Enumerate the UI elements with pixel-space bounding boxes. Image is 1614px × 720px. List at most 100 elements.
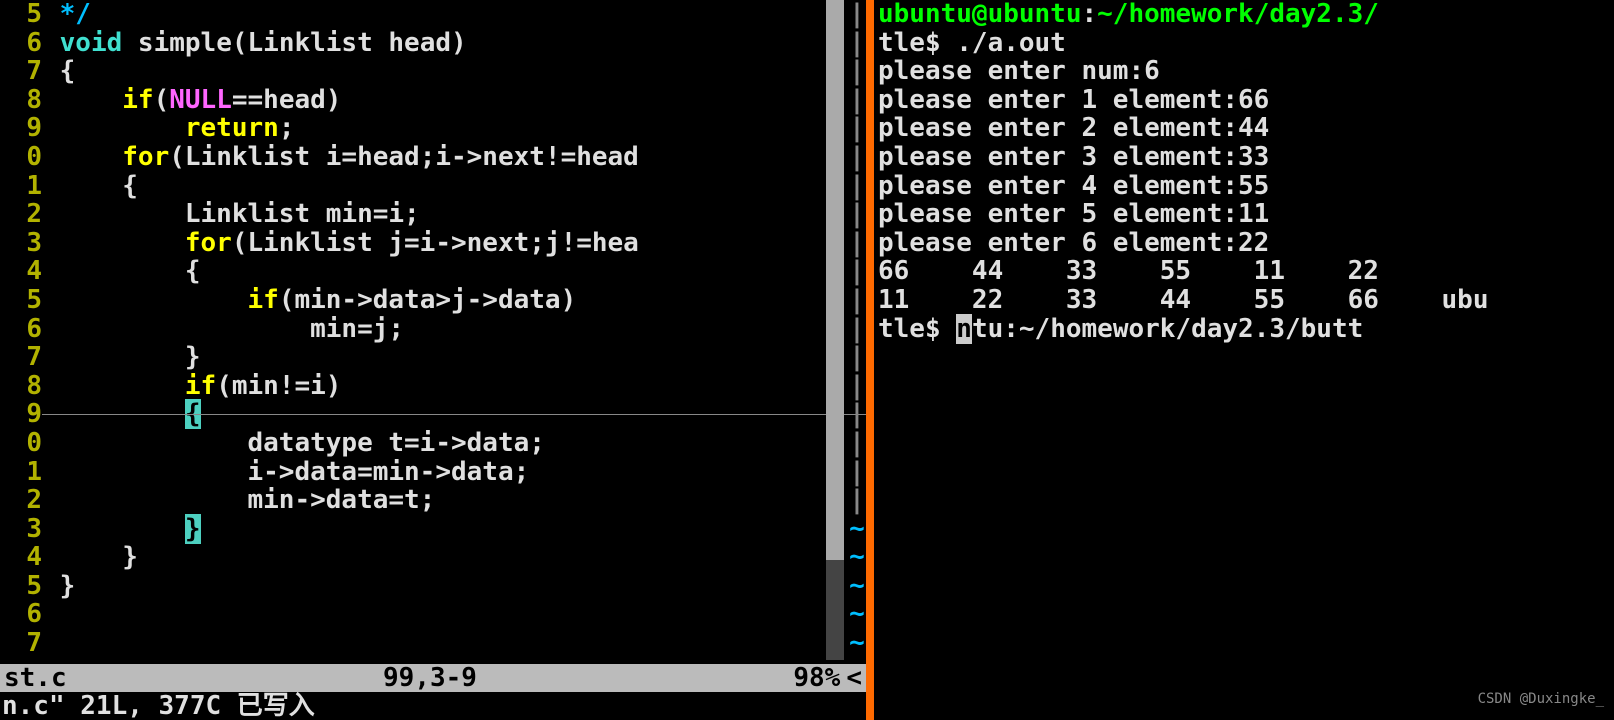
line-number: 0 [0,429,44,458]
line-number: 1 [0,172,44,201]
code-token: i->data=min->data; [44,457,529,487]
code-line[interactable]: 0 for(Linklist i=head;i->next!=head [0,143,866,172]
terminal-pane[interactable]: ubuntu@ubuntu:~/homework/day2.3/tle$ ./a… [874,0,1614,720]
vim-editor-pane[interactable]: 5 */6 void simple(Linklist head)7 {8 if(… [0,0,866,720]
terminal-line: 11 22 33 44 55 66 ubu [878,286,1614,315]
terminal-line: tle$ ./a.out [878,29,1614,58]
terminal-line: ubuntu@ubuntu:~/homework/day2.3/ [878,0,1614,29]
code-line[interactable]: 7 } [0,343,866,372]
code-line[interactable]: 5 if(min->data>j->data) [0,286,866,315]
code-line[interactable]: 3 for(Linklist j=i->next;j!=hea [0,229,866,258]
code-line[interactable]: 5 } [0,572,866,601]
line-number: 8 [0,372,44,401]
terminal-line: please enter 5 element:11 [878,200,1614,229]
terminal-text: tle$ [878,314,956,344]
code-token: { [44,56,75,86]
code-token: } [44,571,75,601]
terminal-text: please enter 4 element:55 [878,171,1269,201]
line-number: 3 [0,229,44,258]
vim-vsplit-border: ||| ||| ||| ||| ||| ||| ~ ~ ~ ~ ~ [848,0,866,660]
terminal-text: please enter 6 element:22 [878,228,1269,258]
code-token: min=j; [44,314,404,344]
line-number: 5 [0,286,44,315]
code-token: (Linklist i=head;i->next!=head [169,142,639,172]
code-token: datatype t=i->data; [44,428,545,458]
line-number: 8 [0,86,44,115]
code-line[interactable]: 8 if(NULL==head) [0,86,866,115]
line-number: 2 [0,486,44,515]
code-line[interactable]: 5 */ [0,0,866,29]
terminal-text: 11 22 33 44 55 66 ubu [878,285,1488,315]
code-token: { [185,399,201,429]
code-line[interactable]: 9 { [0,400,866,429]
vim-scrollbar[interactable] [826,0,844,660]
line-number: 7 [0,343,44,372]
line-number: 4 [0,257,44,286]
vim-status-bar: st.c 99,3-9 98% < [0,664,866,692]
status-percent: 98% [793,664,846,693]
code-token: simple(Linklist head) [122,28,466,58]
code-line[interactable]: 6 [0,600,866,629]
code-token: */ [44,0,91,29]
line-number: 5 [0,572,44,601]
code-line[interactable]: 4 } [0,543,866,572]
pane-separator[interactable] [866,0,874,720]
code-token [44,514,185,544]
code-token: { [44,171,138,201]
code-line[interactable]: 1 { [0,172,866,201]
status-cursor-pos: 99,3-9 [67,664,794,693]
terminal-line: tle$ ntu:~/homework/day2.3/butt [878,315,1614,344]
code-token: { [44,256,201,286]
code-line[interactable]: 2 Linklist min=i; [0,200,866,229]
line-number: 4 [0,543,44,572]
terminal-line: please enter 6 element:22 [878,229,1614,258]
terminal-text: : [1082,0,1098,29]
code-token: (Linklist j=i->next;j!=hea [232,228,639,258]
terminal-cursor: n [956,314,972,344]
code-token: ==head) [232,85,342,115]
code-line[interactable]: 0 datatype t=i->data; [0,429,866,458]
code-token: for [44,228,232,258]
code-line[interactable]: 8 if(min!=i) [0,372,866,401]
code-line[interactable]: 6 void simple(Linklist head) [0,29,866,58]
line-number: 6 [0,600,44,629]
terminal-line: please enter num:6 [878,57,1614,86]
code-token: } [44,542,138,572]
line-number: 0 [0,143,44,172]
status-lt-icon: < [846,664,862,693]
terminal-text: ~/homework/day2.3/ [1097,0,1379,29]
code-token: } [185,514,201,544]
terminal-text: please enter 1 element:66 [878,85,1269,115]
terminal-line: please enter 4 element:55 [878,172,1614,201]
line-number: 7 [0,629,44,658]
code-line[interactable]: 3 } [0,515,866,544]
code-token: (min->data>j->data) [279,285,576,315]
code-line[interactable]: 4 { [0,257,866,286]
terminal-text: please enter num:6 [878,56,1160,86]
terminal-line: please enter 1 element:66 [878,86,1614,115]
terminal-output: ubuntu@ubuntu:~/homework/day2.3/tle$ ./a… [878,0,1614,343]
code-line[interactable]: 1 i->data=min->data; [0,458,866,487]
code-line[interactable]: 7 [0,629,866,658]
line-number: 5 [0,0,44,29]
split-root: 5 */6 void simple(Linklist head)7 {8 if(… [0,0,1614,720]
vim-command-line[interactable]: n.c" 21L, 377C 已写入 [0,692,315,720]
terminal-text: please enter 5 element:11 [878,199,1269,229]
code-token: ( [154,85,170,115]
code-area[interactable]: 5 */6 void simple(Linklist head)7 {8 if(… [0,0,866,658]
code-line[interactable]: 2 min->data=t; [0,486,866,515]
line-number: 7 [0,57,44,86]
code-token: void [44,28,122,58]
line-number: 9 [0,114,44,143]
line-number: 9 [0,400,44,429]
code-line[interactable]: 9 return; [0,114,866,143]
code-token: for [44,142,169,172]
code-token: return [44,113,279,143]
terminal-text: please enter 3 element:33 [878,142,1269,172]
code-line[interactable]: 7 { [0,57,866,86]
terminal-text: tu:~/homework/day2.3/butt [972,314,1363,344]
code-line[interactable]: 6 min=j; [0,315,866,344]
vim-scrollbar-thumb[interactable] [826,560,844,660]
code-token: } [44,342,201,372]
code-token: Linklist min=i; [44,199,420,229]
